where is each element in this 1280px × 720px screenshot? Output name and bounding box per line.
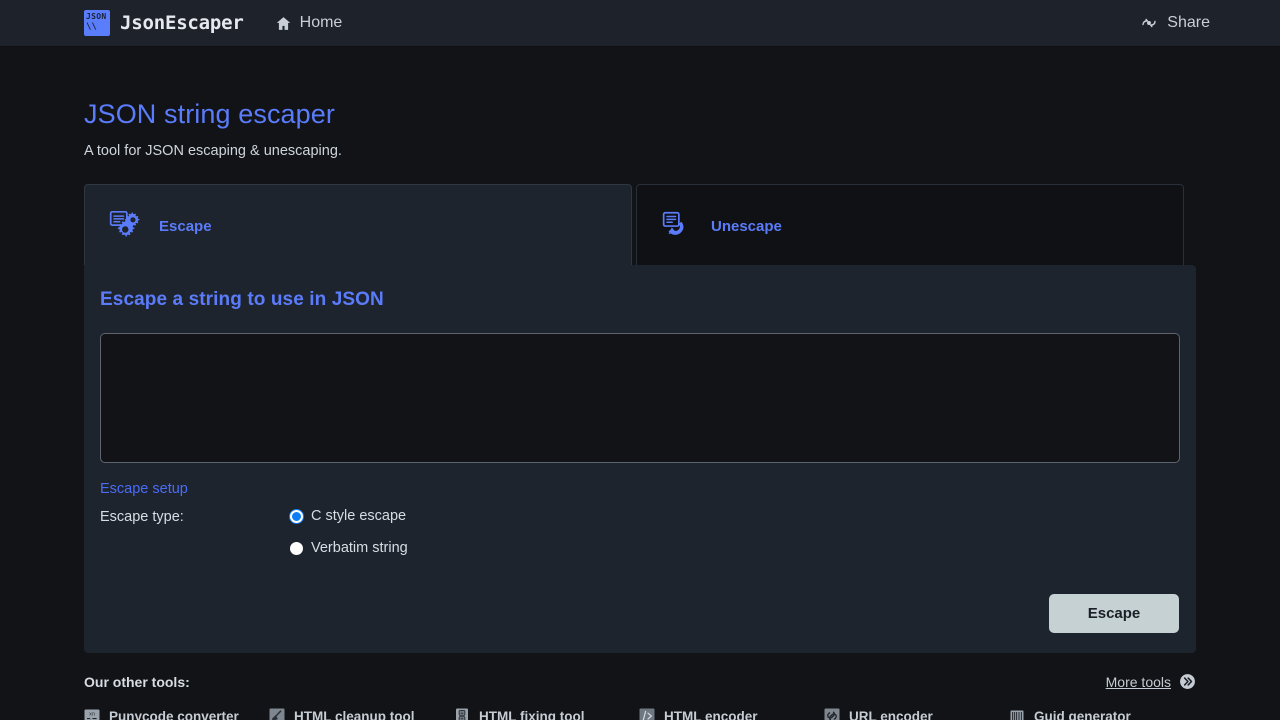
brand-logo-link[interactable]: JSON \\ JsonEscaper: [84, 10, 244, 36]
panel-action-row: Escape: [100, 594, 1180, 633]
page-content: JSON string escaper A tool for JSON esca…: [0, 99, 1280, 720]
more-tools-label: More tools: [1106, 674, 1171, 690]
tool-html-encoder-label: HTML encoder: [664, 709, 758, 720]
tab-escape[interactable]: Escape: [84, 184, 632, 268]
escape-panel: Escape a string to use in JSON Escape se…: [84, 265, 1196, 653]
tab-unescape[interactable]: Unescape: [636, 184, 1184, 268]
other-tools-section: Our other tools: More tools xn: [84, 673, 1196, 720]
radio-verbatim-string[interactable]: Verbatim string: [290, 540, 408, 556]
jsonescaper-logo-icon: JSON \\: [84, 10, 110, 36]
document-undo-arrow-icon: [657, 208, 695, 246]
tool-guid-generator-label: Guid generator: [1034, 709, 1131, 720]
svg-text:xn: xn: [89, 712, 95, 718]
escape-type-radio-group: C style escape Verbatim string: [290, 508, 408, 556]
tool-guid-generator[interactable]: Guid generator: [1009, 708, 1194, 720]
home-icon: [275, 15, 292, 32]
barcode-icon: [1009, 708, 1025, 720]
tab-bar: Escape Unescape: [84, 184, 1196, 268]
share-icon: [1140, 14, 1158, 32]
more-tools-link[interactable]: More tools: [1106, 673, 1196, 690]
tool-html-encoder[interactable]: HTML encoder: [639, 708, 824, 720]
escape-type-row: Escape type: C style escape Verbatim str…: [100, 508, 1180, 556]
other-tools-title: Our other tools:: [84, 674, 190, 690]
brand-name: JsonEscaper: [120, 12, 244, 34]
other-tools-list: xn Punycode converter HTML cleanup tool: [84, 708, 1196, 720]
escape-submit-button[interactable]: Escape: [1049, 594, 1179, 633]
logo-text-json: JSON: [86, 11, 106, 22]
escape-input-textarea[interactable]: [100, 333, 1180, 463]
tool-url-encoder-label: URL encoder: [849, 709, 933, 720]
share-button[interactable]: Share: [1140, 14, 1210, 32]
tool-html-cleanup-label: HTML cleanup tool: [294, 709, 415, 720]
top-navbar: JSON \\ JsonEscaper Home Share: [0, 0, 1280, 47]
radio-verbatim-string-label: Verbatim string: [311, 540, 408, 556]
tool-punycode-converter-label: Punycode converter: [109, 709, 239, 720]
radio-c-style-escape-label: C style escape: [311, 508, 406, 524]
punycode-icon: xn: [84, 708, 100, 720]
tab-escape-label: Escape: [159, 218, 212, 235]
wrench-icon: [454, 708, 470, 720]
radio-c-style-escape-dot[interactable]: [290, 510, 303, 523]
radio-verbatim-string-dot[interactable]: [290, 542, 303, 555]
tool-url-encoder[interactable]: URL encoder: [824, 708, 1009, 720]
escape-type-label: Escape type:: [100, 508, 290, 525]
escape-setup-heading: Escape setup: [100, 481, 1180, 497]
tool-html-cleanup[interactable]: HTML cleanup tool: [269, 708, 454, 720]
double-chevron-right-circle-icon: [1179, 673, 1196, 690]
nav-item-home[interactable]: Home: [275, 14, 343, 32]
page-title: JSON string escaper: [84, 99, 1196, 130]
document-gears-icon: [105, 208, 143, 246]
tool-html-fixing-label: HTML fixing tool: [479, 709, 584, 720]
tool-html-fixing[interactable]: HTML fixing tool: [454, 708, 639, 720]
page-subtitle: A tool for JSON escaping & unescaping.: [84, 143, 1196, 159]
radio-c-style-escape[interactable]: C style escape: [290, 508, 408, 524]
share-label: Share: [1167, 14, 1210, 32]
tab-unescape-label: Unescape: [711, 218, 782, 235]
logo-text-backslash: \\: [86, 22, 97, 33]
code-tag-icon: [639, 708, 655, 720]
other-tools-header: Our other tools: More tools: [84, 673, 1196, 690]
tool-punycode-converter[interactable]: xn Punycode converter: [84, 708, 269, 720]
panel-title: Escape a string to use in JSON: [100, 289, 1180, 311]
broom-icon: [269, 708, 285, 720]
nav-item-home-label: Home: [300, 14, 343, 32]
link-icon: [824, 708, 840, 720]
